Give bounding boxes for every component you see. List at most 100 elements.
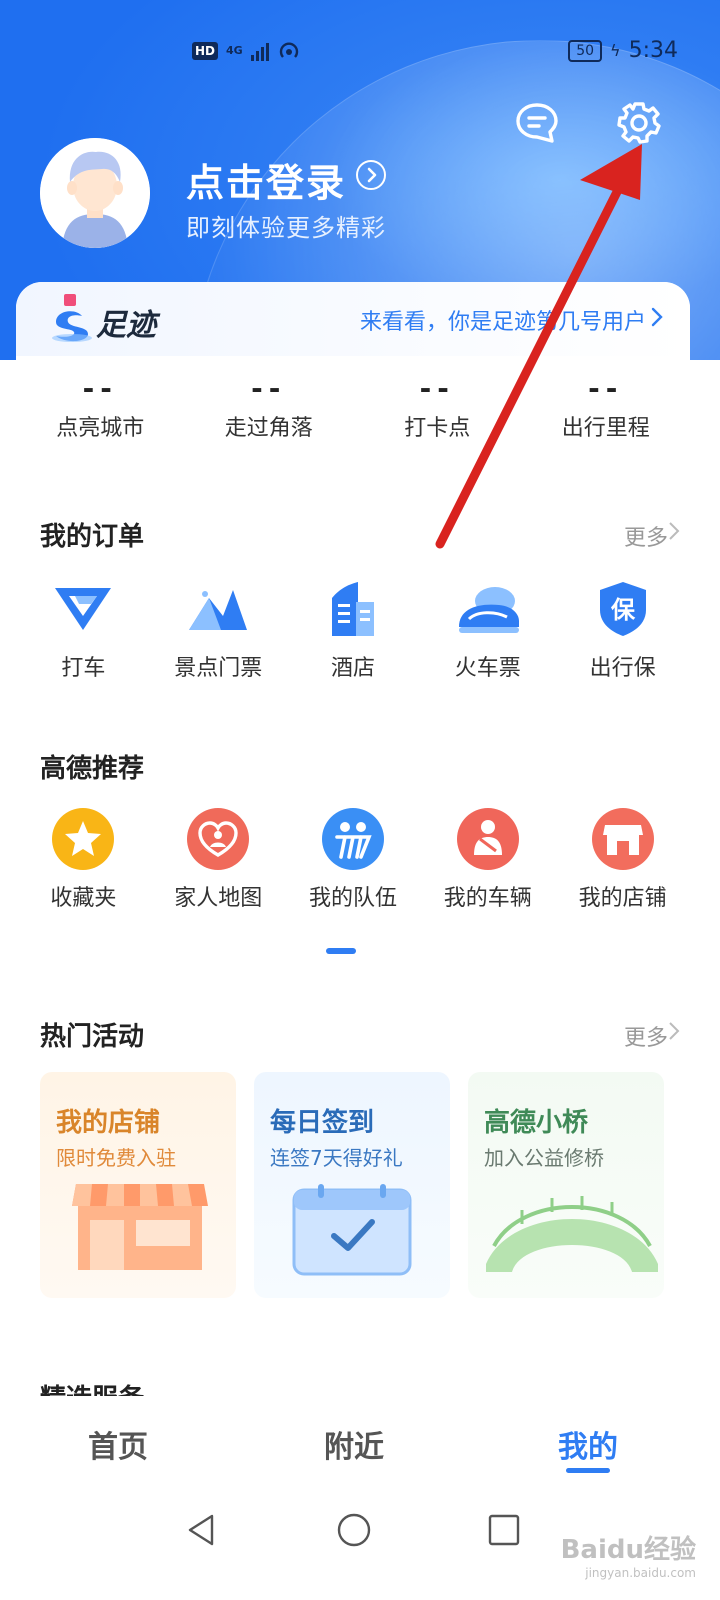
order-hotel[interactable]: 酒店 [286,576,421,682]
shop-icon [590,806,656,872]
stat-value: -- [251,372,287,405]
chevron-right-icon[interactable] [666,1020,682,1042]
stat-cities[interactable]: -- 点亮城市 [16,372,185,442]
back-triangle-icon[interactable] [184,1512,220,1548]
storefront-illustration-icon [72,1184,208,1270]
watermark-url: jingyan.baidu.com [585,1566,696,1580]
order-label: 景点门票 [174,656,263,681]
order-label: 打车 [61,656,106,681]
system-navigation-bar: Baidu经验 jingyan.baidu.com [0,1492,720,1600]
train-icon [455,576,521,642]
activity-subtitle: 限时免费入驻 [56,1146,176,1170]
stat-label: 出行里程 [561,416,650,441]
hd-icon: HD [192,42,219,60]
signal-icon [250,41,269,61]
family-heart-icon [185,806,251,872]
footprint-title: 足迹 [96,308,156,343]
stat-checkins[interactable]: -- 打卡点 [353,372,522,442]
svg-text:保: 保 [610,596,636,624]
recommend-title: 高德推荐 [40,754,145,784]
footprint-card[interactable]: 足迹 来看看，你是足迹第几号用户 -- 点亮城市 -- 走过角落 -- 打卡点 … [16,282,690,462]
footprint-header[interactable]: 足迹 来看看，你是足迹第几号用户 [16,282,690,356]
activity-subtitle: 加入公益修桥 [484,1146,604,1170]
rec-my-vehicle[interactable]: 我的车辆 [420,806,555,912]
stat-label: 点亮城市 [56,416,145,441]
battery-icon: 50 [568,39,603,62]
status-bar: HD 4G 50 ϟ 5:34 [0,38,720,70]
mountain-icon [185,576,251,642]
order-label: 出行保 [589,656,656,681]
tab-home[interactable]: 首页 [88,1422,148,1466]
star-icon [50,806,116,872]
active-tab-indicator [566,1468,610,1473]
login-subtitle: 即刻体验更多精彩 [186,214,386,242]
footprint-rank-link[interactable]: 来看看，你是足迹第几号用户 [360,304,646,336]
stat-label: 走过角落 [224,416,313,441]
next-section-title: 精选服务 [40,1378,144,1396]
activities-title: 热门活动 [40,1022,145,1052]
orders-more-link[interactable]: 更多 [624,520,668,552]
hotspot-icon [279,42,298,58]
hotel-icon [320,576,386,642]
stat-value: -- [419,372,455,405]
driver-icon [455,806,521,872]
team-icon [320,806,386,872]
watermark-text: Baidu经验 [560,1535,696,1565]
home-circle-icon[interactable] [336,1512,372,1548]
bottom-tab-bar: 首页 附近 我的 [0,1396,720,1492]
tab-nearby[interactable]: 附近 [324,1422,384,1466]
recents-square-icon[interactable] [486,1512,522,1548]
activity-title: 我的店铺 [56,1108,161,1138]
activity-card-checkin[interactable]: 每日签到 连签7天得好礼 [254,1072,450,1298]
chevron-right-icon[interactable] [666,520,682,542]
stat-label: 打卡点 [404,416,471,441]
activity-subtitle: 连签7天得好礼 [270,1146,403,1170]
order-scenic-tickets[interactable]: 景点门票 [151,576,286,682]
stat-mileage[interactable]: -- 出行里程 [522,372,691,442]
rec-label: 我的车辆 [443,886,532,911]
rec-label: 我的店铺 [578,886,667,911]
rec-family-map[interactable]: 家人地图 [151,806,286,912]
network-type: 4G [226,44,243,57]
rec-label: 我的队伍 [308,886,397,911]
login-title[interactable]: 点击登录 [186,152,346,207]
default-avatar-icon [40,138,150,248]
chevron-right-circle-icon[interactable] [356,160,386,190]
bridge-illustration-icon [486,1196,658,1272]
footprint-stats: -- 点亮城市 -- 走过角落 -- 打卡点 -- 出行里程 [16,372,690,442]
rec-my-team[interactable]: 我的队伍 [286,806,421,912]
tab-mine[interactable]: 我的 [558,1422,618,1466]
calendar-check-illustration-icon [292,1184,412,1276]
orders-title: 我的订单 [40,522,145,552]
rec-label: 收藏夹 [50,886,117,911]
activity-title: 高德小桥 [484,1108,589,1138]
message-icon[interactable] [514,100,560,146]
insurance-icon: 保 [590,576,656,642]
recommend-grid: 收藏夹 家人地图 我的队伍 我的车辆 我的店铺 [16,806,690,912]
page-indicator [326,948,356,954]
settings-gear-icon[interactable] [616,100,662,146]
footprint-logo-icon [52,294,92,342]
avatar[interactable] [40,138,150,248]
status-time: 5:34 [628,38,678,63]
orders-grid: 打车 景点门票 酒店 火车票 保 出行保 [16,576,690,682]
stat-value: -- [588,372,624,405]
order-train[interactable]: 火车票 [420,576,555,682]
stat-corners[interactable]: -- 走过角落 [185,372,354,442]
charging-icon: ϟ [610,41,621,60]
taxi-icon [50,576,116,642]
activity-card-shop[interactable]: 我的店铺 限时免费入驻 [40,1072,236,1298]
activities-more-link[interactable]: 更多 [624,1020,668,1052]
rec-label: 家人地图 [174,886,263,911]
rec-favorites[interactable]: 收藏夹 [16,806,151,912]
watermark-logo: Baidu经验 jingyan.baidu.com [561,1529,696,1580]
activity-card-bridge[interactable]: 高德小桥 加入公益修桥 [468,1072,664,1298]
chevron-right-icon[interactable] [646,306,668,328]
order-taxi[interactable]: 打车 [16,576,151,682]
stat-value: -- [82,372,118,405]
activity-title: 每日签到 [270,1108,375,1138]
order-label: 酒店 [330,656,375,681]
order-label: 火车票 [454,656,521,681]
rec-my-shop[interactable]: 我的店铺 [555,806,690,912]
order-travel-insurance[interactable]: 保 出行保 [555,576,690,682]
